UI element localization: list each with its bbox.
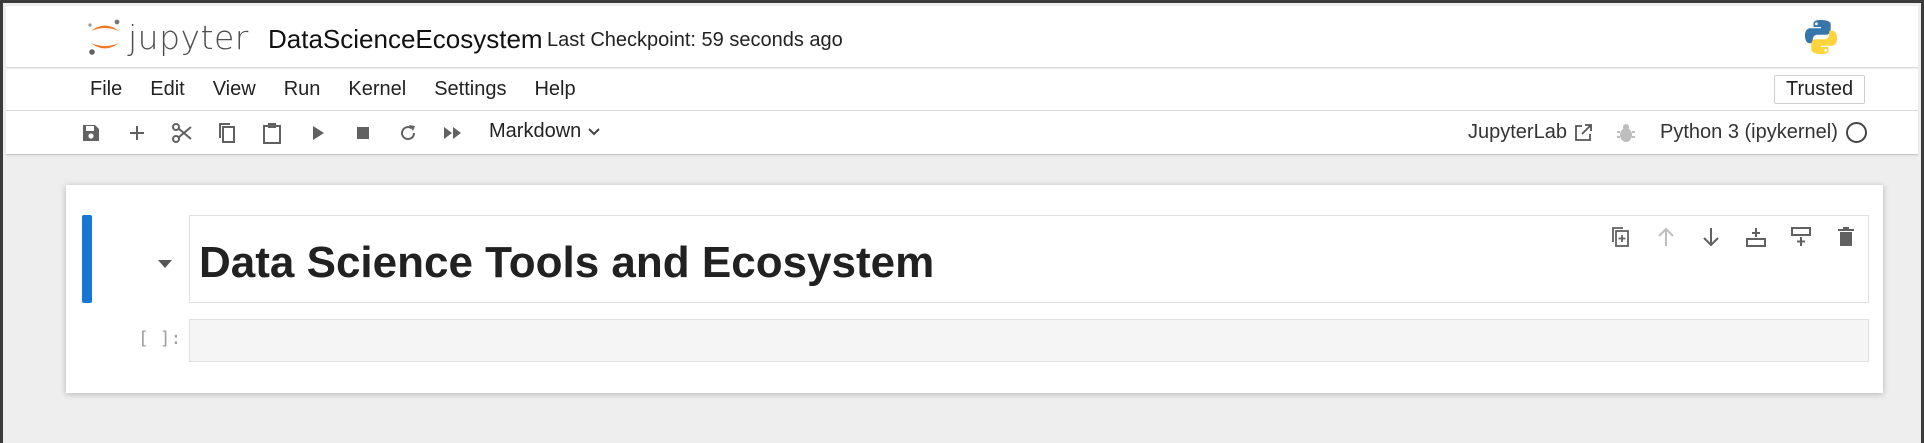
stop-icon [357,127,369,139]
trusted-indicator[interactable]: Trusted [1774,75,1866,104]
move-down-icon [1702,228,1719,247]
caret-down-icon [158,260,172,268]
code-cell-editor[interactable] [189,319,1869,362]
cut-icon [172,123,192,143]
delete-cell-button[interactable] [1823,222,1868,252]
cell-prompt: [ ]: [138,328,182,349]
menu-file[interactable]: File [76,78,136,101]
run-button[interactable] [305,120,331,146]
cut-button[interactable] [169,120,195,146]
menu-help[interactable]: Help [520,78,589,101]
menu-view[interactable]: View [199,78,270,101]
notebook-panel: Data Science Tools and Ecosystem []: [66,185,1883,393]
cell-type-value: Markdown [489,120,582,142]
external-link-icon [1575,123,1592,141]
jupyter-logo-text: jupyter [128,17,249,57]
copy-icon [219,123,235,143]
markdown-heading: Data Science Tools and Ecosystem [199,238,935,287]
restart-run-all-button[interactable] [440,120,466,146]
duplicate-icon [1611,227,1629,247]
insert-cell-above-button[interactable] [1733,222,1778,252]
kernel-status-icon [1846,122,1867,143]
run-icon [313,126,324,140]
main-menu: File Edit View Run Kernel Settings Help [76,78,590,101]
markdown-cell[interactable]: Data Science Tools and Ecosystem [189,215,1869,303]
insert-above-icon [1745,228,1766,247]
insert-below-icon [1790,227,1811,246]
move-cell-down-button[interactable] [1688,222,1733,252]
jupyterlab-label: JupyterLab [1468,121,1567,143]
stop-button[interactable] [350,120,376,146]
paste-button[interactable] [259,120,285,146]
paste-icon [263,123,281,144]
top-header: jupyter DataScienceEcosystem Last Checkp… [6,6,1918,68]
collapse-heading-button[interactable] [156,257,174,275]
active-cell-indicator [82,215,92,303]
delete-icon [1837,227,1854,246]
python-logo-icon [1802,18,1840,61]
copy-button[interactable] [214,120,240,146]
menu-edit[interactable]: Edit [136,78,198,101]
open-jupyterlab-link[interactable]: JupyterLab [1468,121,1593,144]
restart-icon [401,125,416,141]
checkpoint-status: Last Checkpoint: 59 seconds ago [547,29,843,51]
save-icon [83,125,99,141]
menu-run[interactable]: Run [270,78,335,101]
fast-forward-icon [444,127,461,139]
cell-toolbar [1598,222,1868,252]
duplicate-cell-button[interactable] [1598,222,1643,252]
move-cell-up-button[interactable] [1643,222,1688,252]
chevron-down-icon [588,127,600,135]
save-button[interactable] [78,120,104,146]
notebook-title[interactable]: DataScienceEcosystem [268,24,543,55]
move-up-icon [1657,227,1674,246]
bug-icon [1617,124,1635,142]
jupyter-logo-icon [88,19,120,55]
jupyter-logo[interactable]: jupyter [86,16,249,58]
menu-settings[interactable]: Settings [420,78,520,101]
window-frame: jupyter DataScienceEcosystem Last Checkp… [0,0,1924,443]
cell-type-dropdown[interactable]: Markdown [489,120,601,143]
menu-bar: File Edit View Run Kernel Settings Help … [6,69,1918,111]
restart-button[interactable] [395,120,421,146]
insert-cell-below-button[interactable] [1778,222,1823,252]
kernel-name[interactable]: Python 3 (ipykernel) [1660,121,1838,144]
notebook-toolbar: Markdown JupyterLab Python 3 (ipykernel) [6,111,1918,155]
add-cell-button[interactable] [124,120,150,146]
menu-kernel[interactable]: Kernel [334,78,420,101]
add-cell-icon [130,126,144,140]
debugger-button[interactable] [1616,122,1636,149]
